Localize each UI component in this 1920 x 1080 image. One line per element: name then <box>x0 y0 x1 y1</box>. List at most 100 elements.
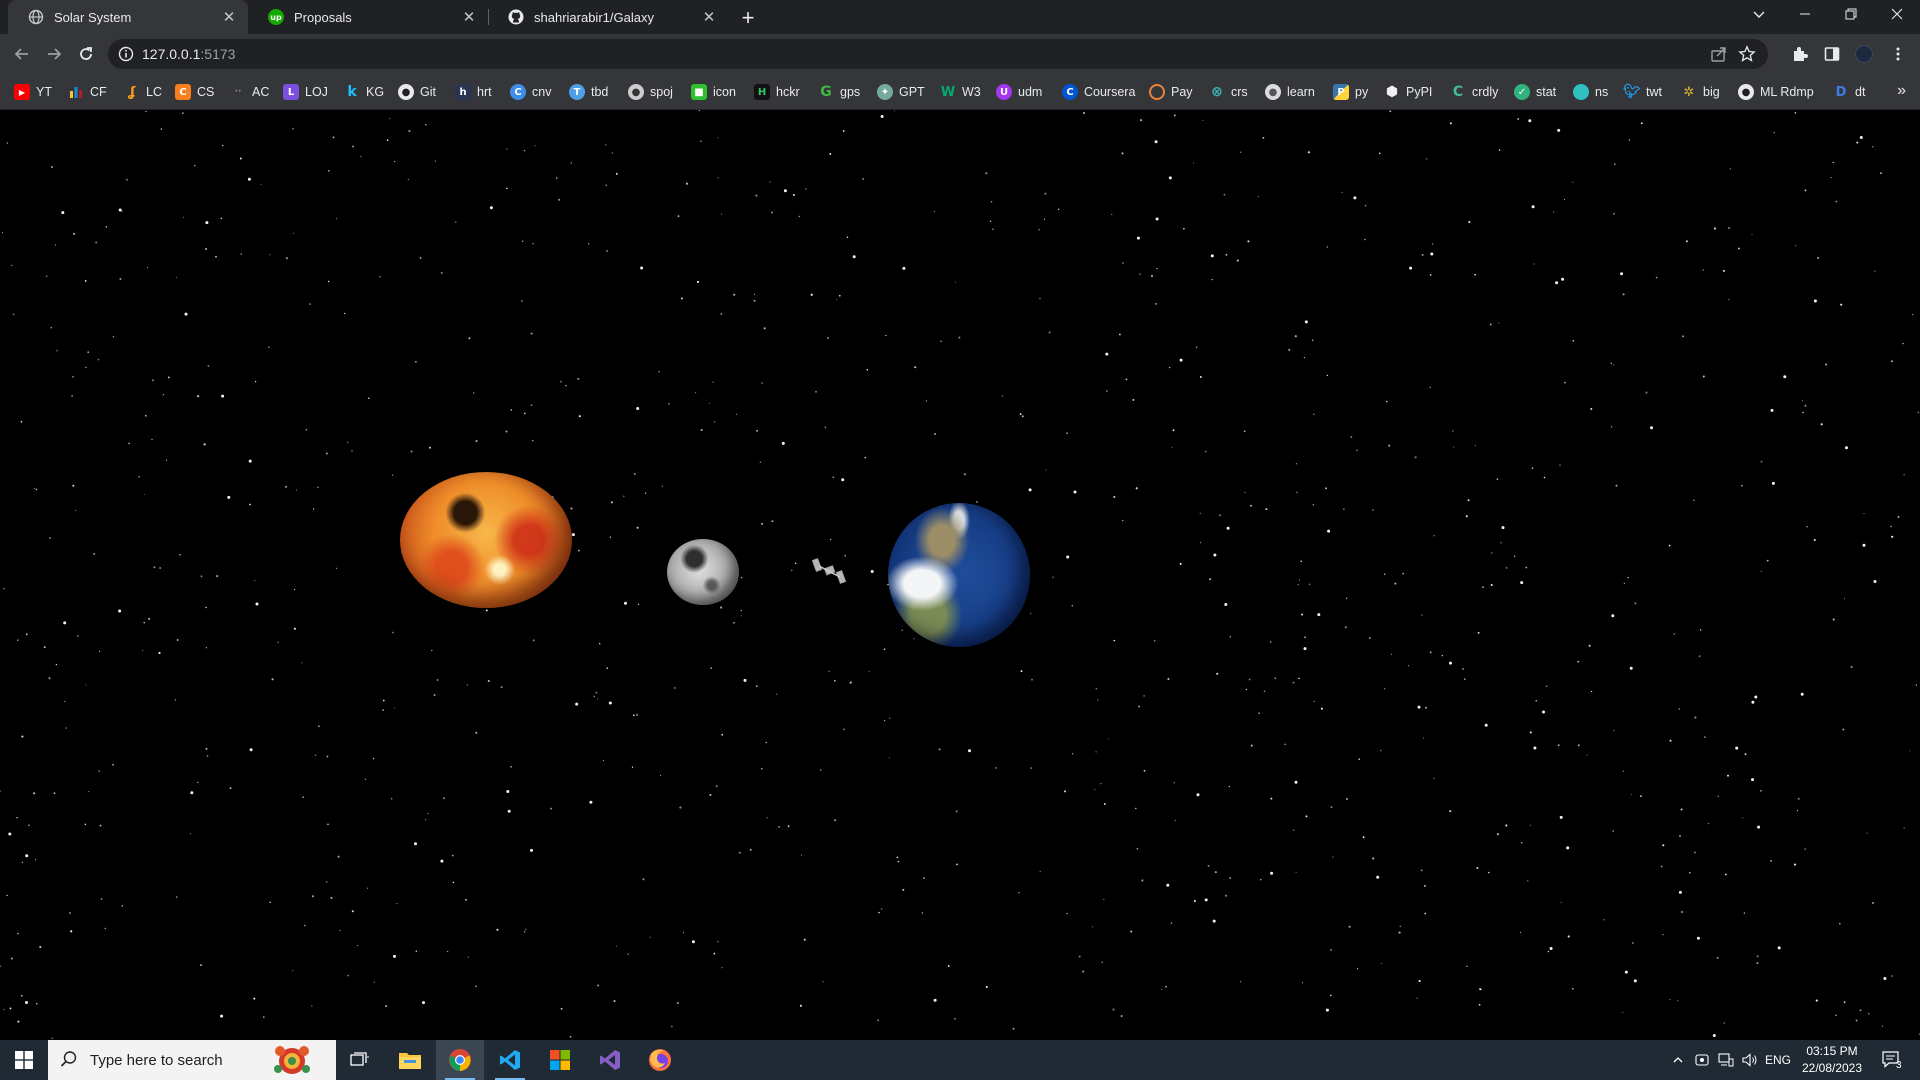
clock[interactable]: 03:15 PM 22/08/2023 <box>1797 1043 1867 1077</box>
vscode-taskbar-button[interactable] <box>486 1040 534 1080</box>
bookmark-pay[interactable]: Pay <box>1149 82 1193 102</box>
meet-now-icon[interactable] <box>1690 1040 1714 1080</box>
minimize-button[interactable] <box>1782 0 1828 28</box>
bookmark-ns[interactable]: ● ns <box>1573 82 1608 102</box>
language-indicator[interactable]: ENG <box>1762 1040 1794 1080</box>
firefox-button[interactable] <box>636 1040 684 1080</box>
bookmark-crdly[interactable]: Ccrdly <box>1450 82 1499 102</box>
bookmark-cs[interactable]: C CS <box>175 82 214 102</box>
vscode-icon <box>500 1050 520 1070</box>
url-text[interactable]: 127.0.0.1:5173 <box>142 46 235 62</box>
bookmark-gps[interactable]: Ggps <box>818 82 860 102</box>
bookmark-tbd[interactable]: Ttbd <box>569 82 608 102</box>
file-explorer-button[interactable] <box>386 1040 434 1080</box>
task-view-button[interactable] <box>336 1040 384 1080</box>
earth-planet <box>888 503 1030 647</box>
bookmark-crs[interactable]: ⊗ crs <box>1209 82 1248 102</box>
github-icon: ● <box>1738 84 1754 100</box>
back-button[interactable] <box>8 40 36 68</box>
bookmark-label: Pay <box>1171 85 1193 99</box>
bookmark-w3[interactable]: W W3 <box>940 82 981 102</box>
bookmark-learn[interactable]: ● learn <box>1265 82 1315 102</box>
hackerearth-icon: h <box>455 84 471 100</box>
bookmark-udm[interactable]: Uudm <box>996 82 1042 102</box>
bookmark-git[interactable]: ● Git <box>398 82 436 102</box>
bookmark-label: KG <box>366 85 385 99</box>
volume-icon[interactable] <box>1738 1040 1762 1080</box>
bookmark-label: YT <box>36 85 52 99</box>
bookmark-hrt[interactable]: h hrt <box>455 82 492 102</box>
browser-tab-strip: Solar System ✕ up Proposals ✕ shahriarab… <box>0 0 1920 34</box>
close-window-button[interactable] <box>1874 0 1920 28</box>
bookmark-loj[interactable]: L LOJ <box>283 82 328 102</box>
kaggle-icon: k <box>347 84 357 100</box>
w3schools-icon: W <box>940 84 956 100</box>
python-icon: P <box>1333 84 1349 100</box>
bookmark-label: tbd <box>591 85 609 99</box>
bookmark-py[interactable]: Ppy <box>1333 82 1368 102</box>
webgl-scene[interactable] <box>0 110 1920 1040</box>
tray-overflow-chevron-icon[interactable] <box>1666 1040 1690 1080</box>
site-info-icon[interactable] <box>118 46 134 65</box>
notification-count-badge: 3 <box>1896 1060 1902 1071</box>
bookmark-star-icon[interactable] <box>1738 45 1756 66</box>
reload-button[interactable] <box>72 40 100 68</box>
browser-menu-button[interactable] <box>1884 40 1912 68</box>
side-panel-button[interactable] <box>1818 40 1846 68</box>
bookmark-ml-rdmp[interactable]: ● ML Rdmp <box>1738 82 1814 102</box>
visual-studio-button[interactable] <box>586 1040 634 1080</box>
ns-icon: ● <box>1573 84 1589 100</box>
chrome-taskbar-button[interactable] <box>436 1040 484 1080</box>
bookmark-label: PyPI <box>1406 85 1433 99</box>
bookmarks-overflow-icon[interactable]: » <box>1897 82 1906 100</box>
coursera-icon: C <box>1062 84 1078 100</box>
bookmark-kg[interactable]: k KG <box>344 82 384 102</box>
taskbar-search-box[interactable]: Type here to search <box>48 1040 336 1080</box>
tab-close-icon[interactable]: ✕ <box>700 8 718 26</box>
start-button[interactable] <box>0 1040 48 1080</box>
share-icon[interactable] <box>1710 45 1728 66</box>
hackerrank-icon: H <box>754 84 770 100</box>
notification-center-button[interactable]: 3 <box>1872 1040 1912 1080</box>
tab-close-icon[interactable]: ✕ <box>460 8 478 26</box>
bookmark-dt[interactable]: Ddt <box>1833 82 1866 102</box>
tab-github-galaxy[interactable]: shahriarabir1/Galaxy ✕ <box>488 0 728 34</box>
tab-close-icon[interactable]: ✕ <box>220 8 238 26</box>
new-tab-button[interactable]: + <box>736 5 760 30</box>
bookmark-spoj[interactable]: ● spoj <box>628 82 673 102</box>
bookmark-hckr[interactable]: Hhckr <box>754 82 800 102</box>
svg-text:up: up <box>270 13 282 22</box>
bookmark-stat[interactable]: ✓ stat <box>1514 82 1556 102</box>
icon-site-icon: ■ <box>691 84 707 100</box>
firefox-icon <box>649 1049 671 1071</box>
globe-icon <box>28 9 44 25</box>
github-icon <box>508 9 524 25</box>
tab-title: Proposals <box>294 9 352 25</box>
bookmark-label: udm <box>1018 85 1043 99</box>
bookmark-big[interactable]: ✲ big <box>1681 82 1720 102</box>
bookmark-yt[interactable]: ▶ YT <box>14 82 52 102</box>
bookmark-label: icon <box>713 85 736 99</box>
bookmark-coursera[interactable]: C Coursera <box>1062 82 1135 102</box>
bookmark-cf[interactable]: CF <box>68 82 107 102</box>
bookmark-icon[interactable]: ■ icon <box>691 82 736 102</box>
bookmark-cnv[interactable]: Ccnv <box>510 82 551 102</box>
address-bar[interactable]: 127.0.0.1:5173 <box>108 39 1768 69</box>
tab-search-chevron-icon[interactable] <box>1736 0 1782 28</box>
bookmark-lc[interactable]: ʆ LC <box>124 82 162 102</box>
bookmark-label: GPT <box>899 85 925 99</box>
profile-avatar[interactable] <box>1850 40 1878 68</box>
tab-proposals[interactable]: up Proposals ✕ <box>248 0 488 34</box>
extensions-button[interactable] <box>1786 40 1814 68</box>
network-icon[interactable] <box>1714 1040 1738 1080</box>
bookmark-ac[interactable]: ·· AC <box>230 82 270 102</box>
microsoft-store-button[interactable] <box>536 1040 584 1080</box>
forward-button[interactable] <box>40 40 68 68</box>
clock-time: 03:15 PM <box>1806 1044 1858 1058</box>
tab-solar-system[interactable]: Solar System ✕ <box>8 0 248 34</box>
avatar-icon <box>1855 45 1873 63</box>
bookmark-gpt[interactable]: ✦ GPT <box>877 82 925 102</box>
restore-button[interactable] <box>1828 0 1874 28</box>
bookmark-pypi[interactable]: ⬢ PyPI <box>1384 82 1433 102</box>
bookmark-twt[interactable]: 🐦︎ twt <box>1623 82 1662 102</box>
